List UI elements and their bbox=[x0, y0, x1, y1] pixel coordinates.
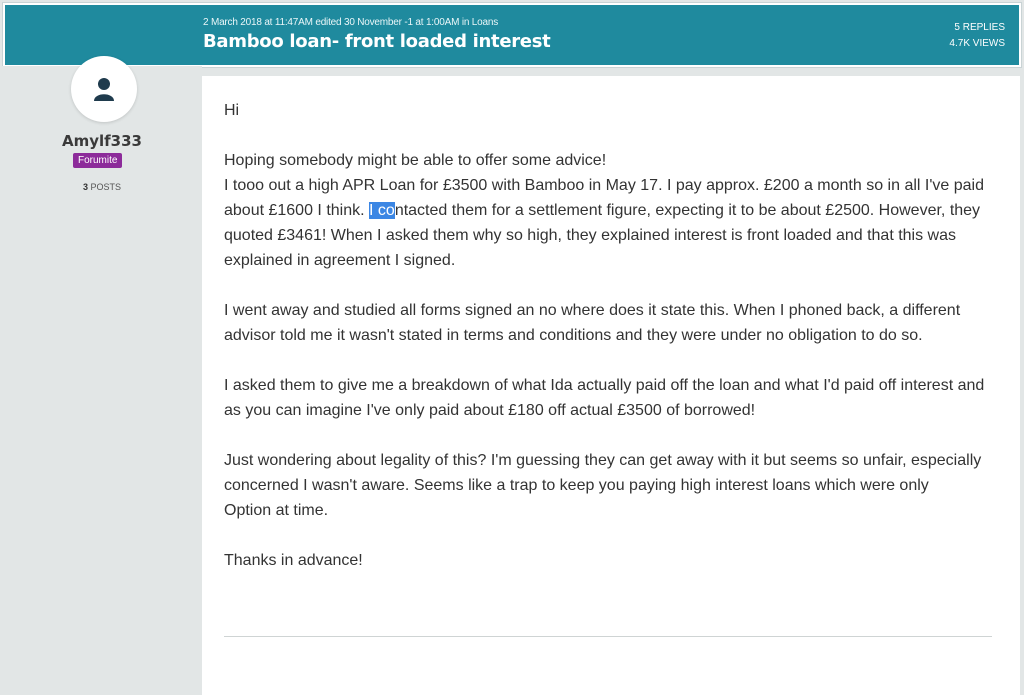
in-label: in bbox=[461, 17, 470, 28]
text-selection[interactable]: I co bbox=[369, 202, 395, 219]
thread-header: 2 March 2018 at 11:47AM edited 30 Novemb… bbox=[3, 3, 1021, 67]
paragraph-2: I went away and studied all forms signed… bbox=[224, 302, 961, 344]
paragraph-4: Just wondering about legality of this? I… bbox=[224, 448, 999, 523]
thread-title: Bamboo loan- front loaded interest bbox=[203, 31, 551, 52]
post-body: Hi Hoping somebody might be able to offe… bbox=[224, 98, 999, 598]
post-count-label: POSTS bbox=[90, 182, 122, 192]
thread-stats: 5 REPLIES 4.7K VIEWS bbox=[949, 20, 1005, 52]
paragraph-1: Hoping somebody might be able to offer s… bbox=[224, 148, 999, 273]
author-sidebar: Amylf333 Forumite 3 POSTS bbox=[0, 56, 204, 695]
views-count: 4.7K VIEWS bbox=[949, 38, 1005, 49]
post-divider bbox=[224, 636, 992, 637]
rank-badge: Forumite bbox=[73, 153, 123, 168]
thread-meta: 2 March 2018 at 11:47AM edited 30 Novemb… bbox=[203, 17, 498, 28]
author-name[interactable]: Amylf333 bbox=[0, 132, 204, 150]
category-link[interactable]: Loans bbox=[472, 17, 498, 28]
paragraph-4-line-1: Just wondering about legality of this? I… bbox=[224, 452, 982, 494]
paragraph-3: I asked them to give me a breakdown of w… bbox=[224, 377, 985, 419]
post-content: Hi Hoping somebody might be able to offe… bbox=[202, 76, 1020, 695]
edited-label: edited 30 November -1 at 1:00AM bbox=[315, 17, 460, 28]
paragraph-closing: Thanks in advance! bbox=[224, 552, 363, 569]
avatar[interactable] bbox=[71, 56, 137, 122]
post-count: 3 POSTS bbox=[0, 182, 204, 192]
post-date[interactable]: 2 March 2018 at 11:47AM bbox=[203, 17, 313, 28]
replies-count: 5 REPLIES bbox=[954, 22, 1005, 33]
paragraph-greeting: Hi bbox=[224, 102, 240, 119]
paragraph-4-line-2: Option at time. bbox=[224, 502, 329, 519]
user-icon bbox=[94, 78, 114, 101]
post-count-value: 3 bbox=[82, 182, 88, 192]
paragraph-1-line-1: Hoping somebody might be able to offer s… bbox=[224, 152, 607, 169]
